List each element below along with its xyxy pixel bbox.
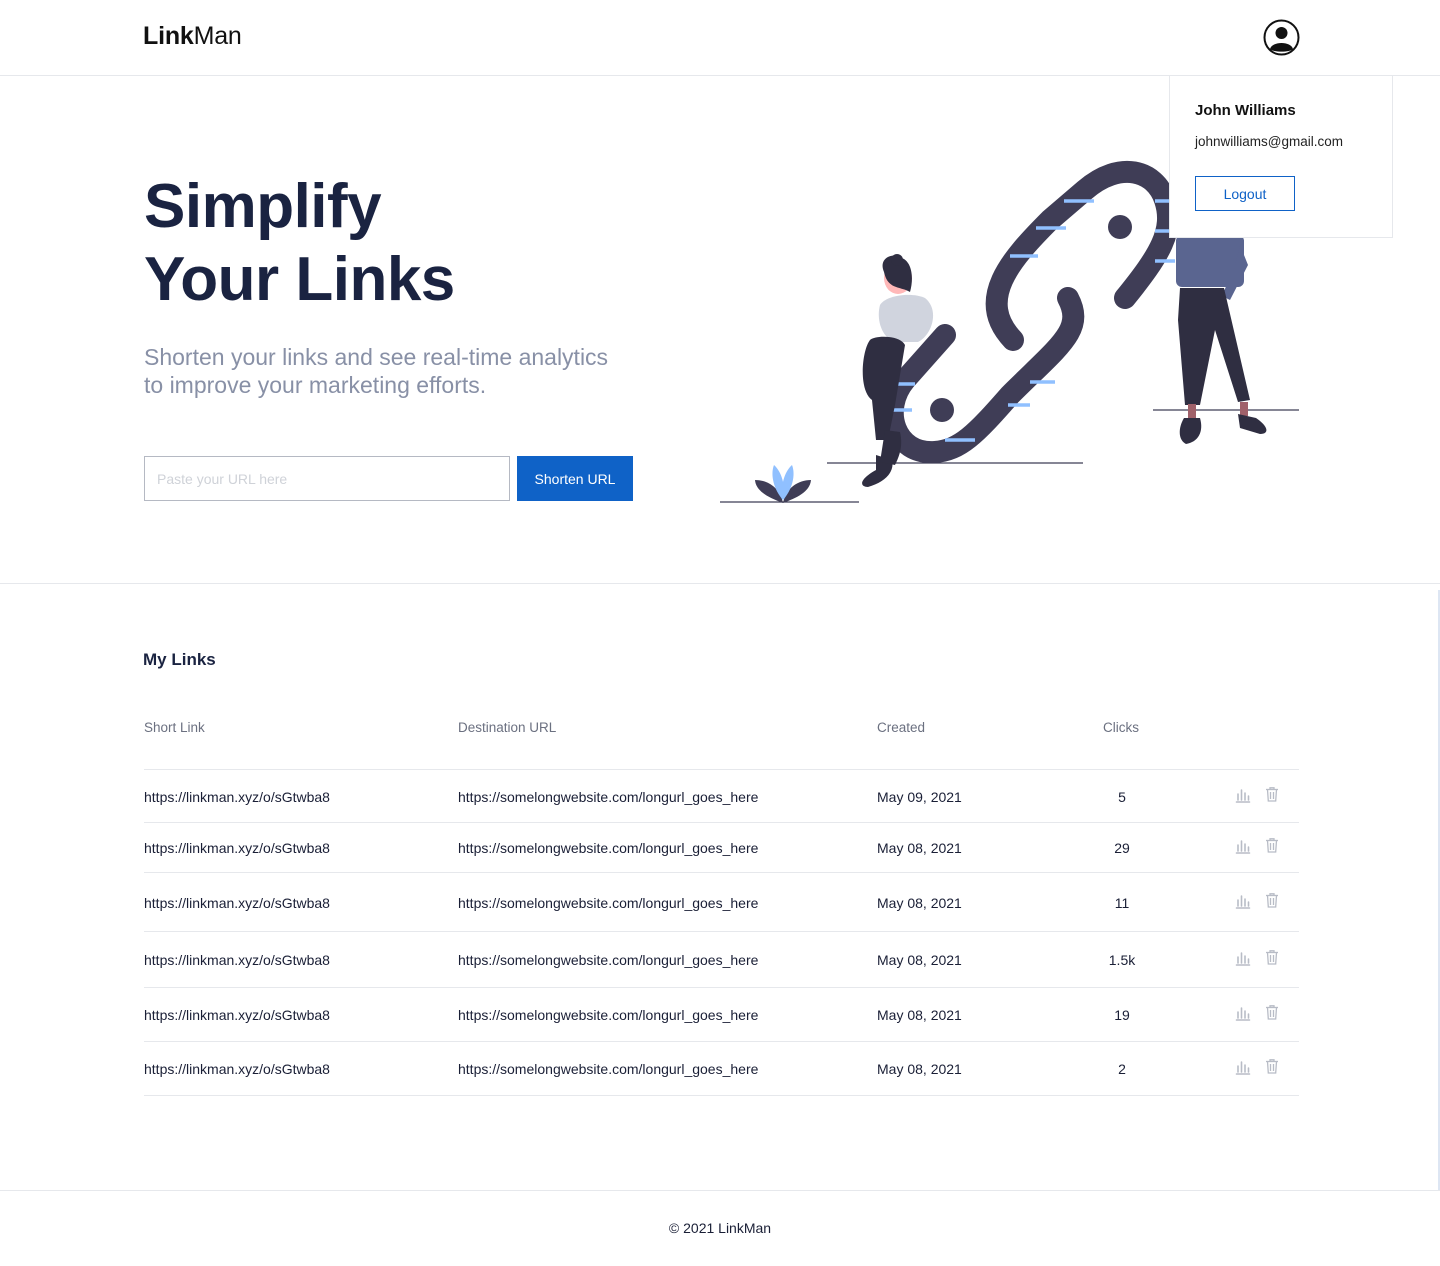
clicks-count-cell: 19 xyxy=(1114,1007,1130,1023)
hero-title-line: Your Links xyxy=(144,245,455,314)
table-row: https://linkman.xyz/o/sGtwba8 https://som… xyxy=(144,823,1299,873)
hero-title: Simplify Your Links xyxy=(144,170,455,316)
section-divider xyxy=(0,583,1440,584)
created-date-cell: May 08, 2021 xyxy=(877,840,962,856)
user-dropdown-menu: John Williams johnwilliams@gmail.com Log… xyxy=(1169,76,1393,238)
top-navbar: LinkMan xyxy=(0,0,1440,76)
table-row: https://linkman.xyz/o/sGtwba8 https://som… xyxy=(144,770,1299,823)
destination-url-cell: https://somelongwebsite.com/longurl_goes… xyxy=(458,895,759,911)
short-link-cell[interactable]: https://linkman.xyz/o/sGtwba8 xyxy=(144,840,330,856)
footer-divider xyxy=(0,1190,1440,1191)
created-date-cell: May 08, 2021 xyxy=(877,1007,962,1023)
hero-subtitle-line: to improve your marketing efforts. xyxy=(144,372,487,398)
user-avatar-icon[interactable] xyxy=(1263,19,1300,56)
table-row: https://linkman.xyz/o/sGtwba8 https://som… xyxy=(144,932,1299,988)
created-date-cell: May 08, 2021 xyxy=(877,952,962,968)
bar-chart-icon[interactable] xyxy=(1235,787,1251,803)
trash-icon[interactable] xyxy=(1264,837,1280,853)
hero-subtitle: Shorten your links and see real-time ana… xyxy=(144,343,664,399)
short-link-cell[interactable]: https://linkman.xyz/o/sGtwba8 xyxy=(144,1007,330,1023)
brand-logo-bold: Link xyxy=(143,22,194,50)
user-email: johnwilliams@gmail.com xyxy=(1195,134,1343,149)
logout-button[interactable]: Logout xyxy=(1195,176,1295,211)
brand-logo-light: Man xyxy=(193,22,242,50)
short-link-cell[interactable]: https://linkman.xyz/o/sGtwba8 xyxy=(144,895,330,911)
trash-icon[interactable] xyxy=(1264,949,1280,965)
bar-chart-icon[interactable] xyxy=(1235,1005,1251,1021)
created-date-cell: May 08, 2021 xyxy=(877,895,962,911)
destination-url-cell: https://somelongwebsite.com/longurl_goes… xyxy=(458,1061,759,1077)
my-links-title: My Links xyxy=(143,650,216,669)
destination-url-cell: https://somelongwebsite.com/longurl_goes… xyxy=(458,789,759,805)
column-header-clicks: Clicks xyxy=(1103,720,1139,735)
url-input[interactable] xyxy=(144,456,510,501)
trash-icon[interactable] xyxy=(1264,1004,1280,1020)
bar-chart-icon[interactable] xyxy=(1235,893,1251,909)
hero-subtitle-line: Shorten your links and see real-time ana… xyxy=(144,344,609,370)
table-row: https://linkman.xyz/o/sGtwba8 https://som… xyxy=(144,988,1299,1042)
column-header-destination-url: Destination URL xyxy=(458,720,557,735)
footer-copyright: © 2021 LinkMan xyxy=(668,1220,772,1236)
clicks-count-cell: 1.5k xyxy=(1108,952,1136,968)
column-header-created: Created xyxy=(877,720,926,735)
destination-url-cell: https://somelongwebsite.com/longurl_goes… xyxy=(458,952,759,968)
short-link-cell[interactable]: https://linkman.xyz/o/sGtwba8 xyxy=(144,789,330,805)
short-link-cell[interactable]: https://linkman.xyz/o/sGtwba8 xyxy=(144,952,330,968)
destination-url-cell: https://somelongwebsite.com/longurl_goes… xyxy=(458,840,759,856)
created-date-cell: May 09, 2021 xyxy=(877,789,962,805)
clicks-count-cell: 29 xyxy=(1114,840,1130,856)
column-header-short-link: Short Link xyxy=(144,720,205,735)
created-date-cell: May 08, 2021 xyxy=(877,1061,962,1077)
bar-chart-icon[interactable] xyxy=(1235,950,1251,966)
table-row: https://linkman.xyz/o/sGtwba8 https://som… xyxy=(144,1042,1299,1096)
brand-logo[interactable]: LinkMan xyxy=(143,22,242,51)
hero-title-line: Simplify xyxy=(144,172,382,241)
user-name: John Williams xyxy=(1195,102,1296,119)
bar-chart-icon[interactable] xyxy=(1235,1059,1251,1075)
clicks-count-cell: 2 xyxy=(1118,1061,1126,1077)
clicks-count-cell: 5 xyxy=(1118,789,1126,805)
trash-icon[interactable] xyxy=(1264,1058,1280,1074)
shorten-url-button[interactable]: Shorten URL xyxy=(517,456,633,501)
short-link-cell[interactable]: https://linkman.xyz/o/sGtwba8 xyxy=(144,1061,330,1077)
clicks-count-cell: 11 xyxy=(1114,895,1130,911)
bar-chart-icon[interactable] xyxy=(1235,838,1251,854)
trash-icon[interactable] xyxy=(1264,786,1280,802)
destination-url-cell: https://somelongwebsite.com/longurl_goes… xyxy=(458,1007,759,1023)
trash-icon[interactable] xyxy=(1264,892,1280,908)
table-row: https://linkman.xyz/o/sGtwba8 https://som… xyxy=(144,873,1299,932)
